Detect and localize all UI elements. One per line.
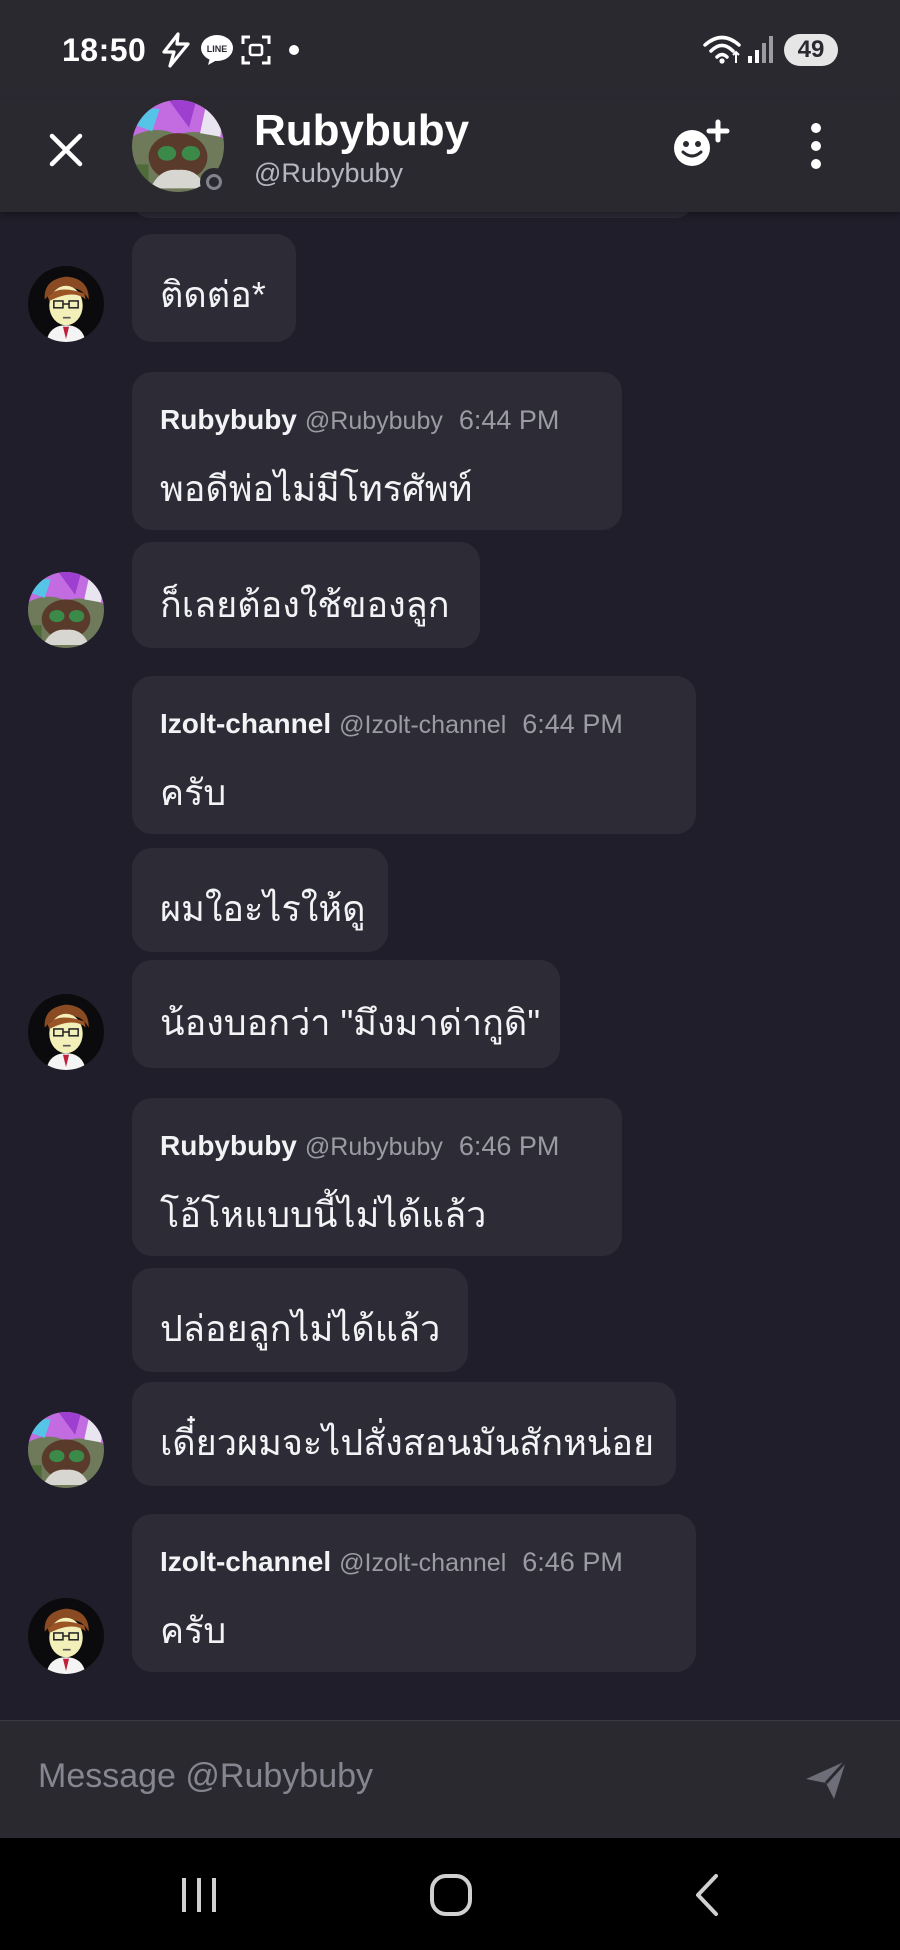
presence-status (200, 168, 228, 196)
message-input[interactable]: Message @Rubybuby (38, 1757, 373, 1796)
header-username[interactable]: Rubybuby (254, 106, 469, 156)
message-group[interactable]: Izolt-channel @Izolt-channel 6:44 PM ครับ (132, 676, 696, 834)
more-icon[interactable] (800, 120, 832, 172)
send-icon[interactable] (802, 1755, 850, 1803)
message-text: ครับ (160, 772, 227, 813)
message-author[interactable]: Rubybuby (160, 404, 297, 435)
message-text: น้องบอกว่า "มึงมาด่ากูดิ" (160, 1002, 541, 1043)
header-handle: @Rubybuby (254, 158, 403, 188)
wifi-icon (703, 35, 741, 64)
status-time: 18:50 (62, 32, 147, 68)
message-text: โอ้โหแบบนี้ไม่ได้แล้ว (160, 1194, 487, 1235)
screenshot-icon (241, 35, 271, 65)
dot-icon (289, 45, 299, 55)
avatar[interactable] (28, 1598, 104, 1674)
avatar[interactable] (28, 994, 104, 1070)
message-text: ผมใอะไรให้ดู (160, 888, 366, 929)
message-timestamp: 6:46 PM (458, 1131, 560, 1161)
message-timestamp: 6:44 PM (522, 709, 623, 739)
message-bubble-partial (132, 212, 694, 218)
add-friend-icon[interactable] (670, 118, 734, 172)
message-author[interactable]: Rubybuby (160, 1130, 297, 1161)
message-meta: Izolt-channel @Izolt-channel 6:46 PM (160, 1546, 623, 1578)
message-meta: Izolt-channel @Izolt-channel 6:44 PM (160, 708, 623, 740)
message-bubble[interactable]: ผมใอะไรให้ดู (132, 848, 388, 952)
message-author[interactable]: Izolt-channel (160, 1546, 331, 1577)
message-timestamp: 6:46 PM (522, 1547, 623, 1577)
avatar[interactable] (28, 1412, 104, 1488)
battery-indicator: 49 (784, 34, 838, 66)
dm-header: Rubybuby @Rubybuby (0, 100, 900, 212)
recents-icon[interactable] (176, 1872, 222, 1918)
close-icon[interactable] (42, 126, 90, 174)
message-bubble[interactable]: ก็เลยต้องใช้ของลูก (132, 542, 480, 648)
message-timestamp: 6:44 PM (458, 405, 560, 435)
message-handle: @Izolt-channel (339, 711, 507, 739)
system-nav-bar (0, 1838, 900, 1950)
message-group[interactable]: Izolt-channel @Izolt-channel 6:46 PM ครับ (132, 1514, 696, 1672)
message-text: พอดีพ่อไม่มีโทรศัพท์ (160, 468, 473, 509)
svg-text:LINE: LINE (207, 44, 228, 54)
bolt-icon (162, 32, 190, 68)
message-handle: @Izolt-channel (339, 1549, 507, 1577)
message-composer[interactable]: Message @Rubybuby (0, 1720, 900, 1838)
message-bubble[interactable]: ติดต่อ* (132, 234, 296, 342)
signal-icon (748, 36, 773, 63)
message-text: ก็เลยต้องใช้ของลูก (160, 584, 450, 625)
message-bubble[interactable]: ปล่อยลูกไม่ได้แล้ว (132, 1268, 468, 1372)
avatar[interactable] (28, 266, 104, 342)
message-author[interactable]: Izolt-channel (160, 708, 331, 739)
message-bubble[interactable]: เดี๋ยวผมจะไปสั่งสอนมันสักหน่อย (132, 1382, 676, 1486)
home-icon[interactable] (428, 1872, 474, 1918)
message-text: เดี๋ยวผมจะไปสั่งสอนมันสักหน่อย (160, 1422, 655, 1463)
line-app-icon: LINE (201, 35, 233, 65)
message-group[interactable]: Rubybuby @Rubybuby 6:44 PM พอดีพ่อไม่มีโทร… (132, 372, 622, 530)
message-text: ติดต่อ* (160, 274, 266, 315)
message-text: ปล่อยลูกไม่ได้แล้ว (160, 1308, 441, 1349)
message-handle: @Rubybuby (304, 1133, 443, 1161)
message-list[interactable]: ติดต่อ* Rubybuby @Rubybuby 6:44 PM พอดีพ่อ… (0, 212, 900, 1720)
back-icon[interactable] (686, 1872, 732, 1918)
message-meta: Rubybuby @Rubybuby 6:44 PM (160, 404, 559, 436)
status-bar: 18:50 LINE 49 (0, 0, 900, 100)
message-bubble[interactable]: น้องบอกว่า "มึงมาด่ากูดิ" (132, 960, 560, 1068)
message-handle: @Rubybuby (304, 407, 443, 435)
avatar[interactable] (28, 572, 104, 648)
message-meta: Rubybuby @Rubybuby 6:46 PM (160, 1130, 559, 1162)
message-text: ครับ (160, 1610, 227, 1651)
message-group[interactable]: Rubybuby @Rubybuby 6:46 PM โอ้โหแบบนี้ไม่ไ… (132, 1098, 622, 1256)
